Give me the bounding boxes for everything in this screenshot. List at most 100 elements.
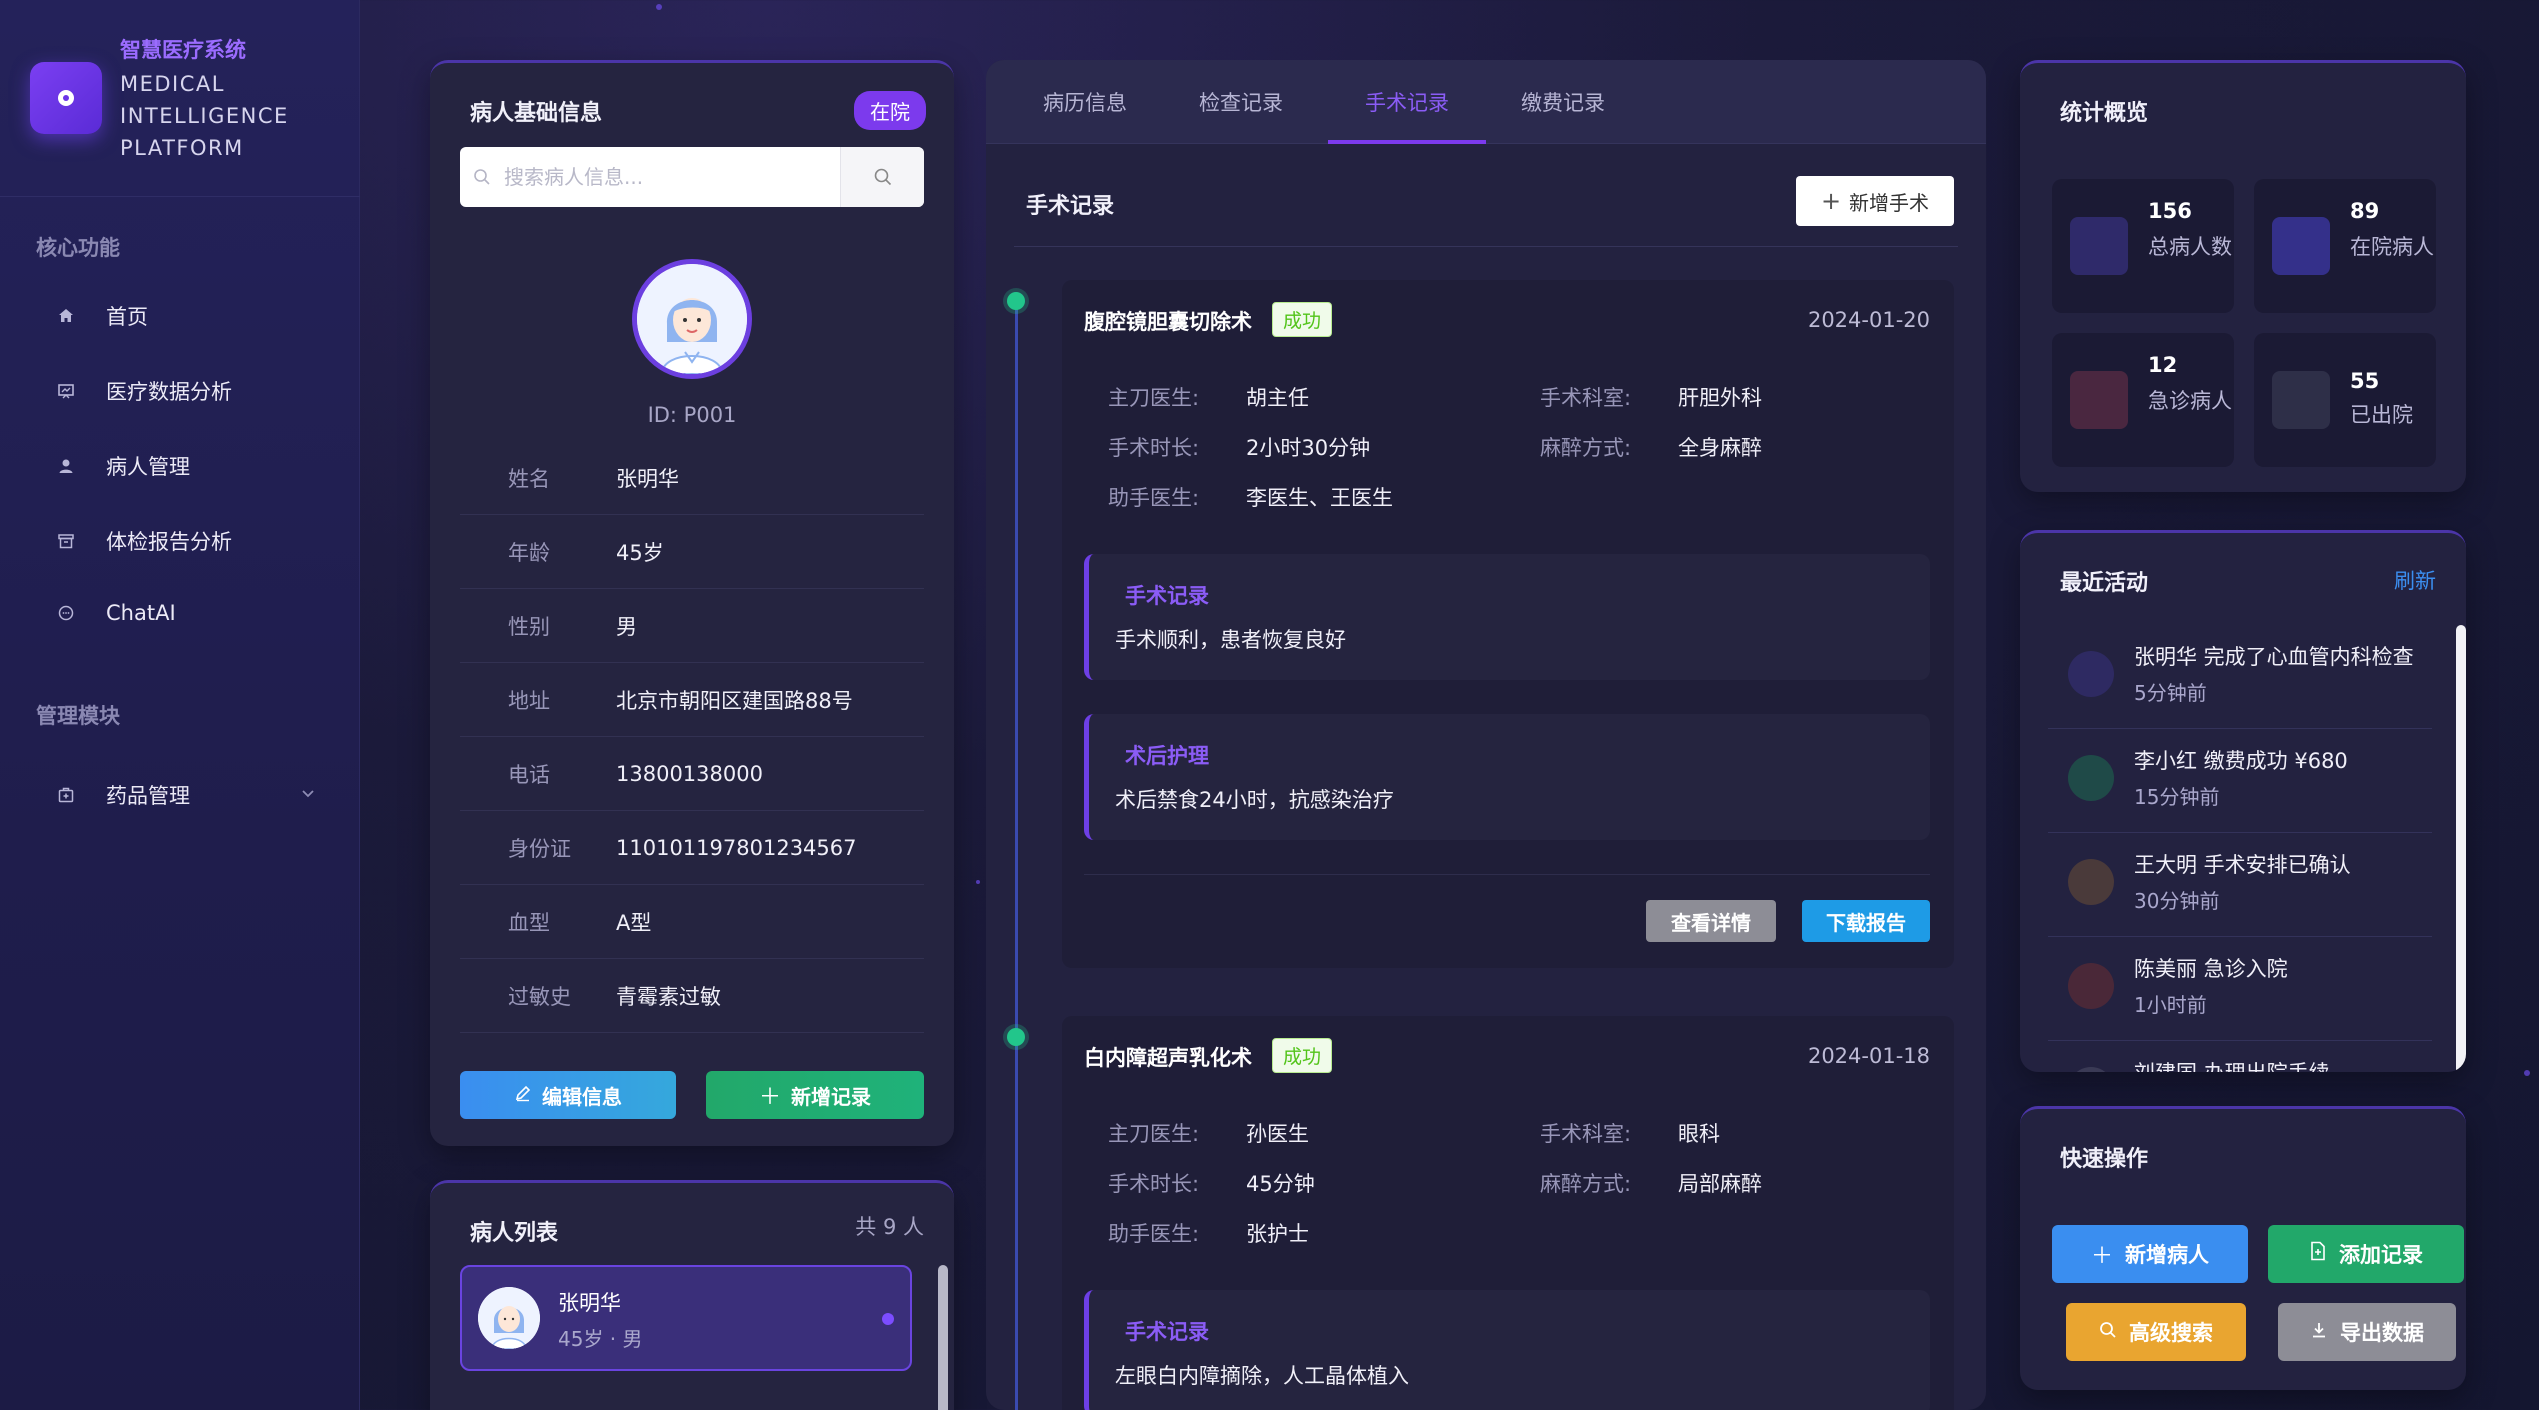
timeline-dot <box>1007 1028 1025 1046</box>
surgery-date: 2024-01-18 <box>1807 1044 1930 1068</box>
list-item[interactable]: 刘建国 办理出院手续 <box>2048 1041 2432 1072</box>
surgery-record-card: 白内障超声乳化术 成功 2024-01-18 主刀医生: 孙医生 手术科室: 眼科 … <box>1062 1016 1954 1410</box>
patient-meta: 45岁 · 男 <box>558 1327 643 1351</box>
medicine-icon <box>56 785 76 805</box>
user-icon <box>56 456 76 476</box>
stat-icon <box>2070 371 2128 429</box>
avatar <box>2068 755 2114 801</box>
surgery-record-card: 腹腔镜胆囊切除术 成功 2024-01-20 主刀医生: 胡主任 手术科室: 肝胆外… <box>1062 280 1954 968</box>
refresh-link[interactable]: 刷新 <box>2394 565 2436 595</box>
patient-name: 张明华 <box>558 1291 621 1315</box>
patient-list-title: 病人列表 <box>470 1221 559 1246</box>
stat-emergency: 12 急诊病人 <box>2052 333 2234 467</box>
tab-medical-history[interactable]: 病历信息 <box>1026 60 1144 144</box>
scrollbar[interactable] <box>2456 625 2466 1072</box>
quick-actions-title: 快速操作 <box>2060 1147 2149 1172</box>
plus-icon: + <box>1820 187 1842 215</box>
surgery-name: 白内障超声乳化术 <box>1084 1046 1252 1070</box>
dept-field: 手术科室: 眼科 <box>1540 1122 1720 1146</box>
avatar <box>2068 859 2114 905</box>
patient-count: 共 9 人 <box>855 1215 924 1239</box>
dept-field: 手术科室: 肝胆外科 <box>1540 386 1762 410</box>
search-icon <box>874 168 891 186</box>
advanced-search-button[interactable]: 高级搜索 <box>2066 1303 2246 1361</box>
tab-exams[interactable]: 检查记录 <box>1182 60 1300 144</box>
info-row-age: 年龄 45岁 <box>460 515 924 589</box>
info-row-allergy: 过敏史 青霉素过敏 <box>460 959 924 1033</box>
chevron-down-icon[interactable] <box>300 785 316 806</box>
download-icon <box>2310 1320 2328 1345</box>
app-root: 智慧医疗系统 MEDICAL INTELLIGENCE PLATFORM 核心功… <box>0 0 2539 1410</box>
add-patient-button[interactable]: ＋ 新增病人 <box>2052 1225 2248 1283</box>
stats-title: 统计概览 <box>2060 101 2149 126</box>
tab-payments[interactable]: 缴费记录 <box>1504 60 1622 144</box>
surgery-note: 手术记录 左眼白内障摘除，人工晶体植入 <box>1084 1290 1930 1410</box>
list-item[interactable]: 张明华 完成了心血管内科检查 5分钟前 <box>2048 625 2432 729</box>
sidebar-item-home[interactable]: 首页 <box>56 294 316 338</box>
sidebar-item-chatai[interactable]: ChatAI <box>56 591 316 635</box>
avatar <box>478 1287 540 1349</box>
surgeon-field: 主刀医生: 孙医生 <box>1108 1122 1309 1146</box>
stats-card: 统计概览 156 总病人数 89 在院病人 12 急诊病人 55 已出院 <box>2020 60 2466 492</box>
stat-icon <box>2272 217 2330 275</box>
duration-field: 手术时长: 2小时30分钟 <box>1108 436 1371 460</box>
search-button[interactable] <box>840 147 924 207</box>
brand: 智慧医疗系统 MEDICAL INTELLIGENCE PLATFORM <box>30 32 350 172</box>
sidebar: 智慧医疗系统 MEDICAL INTELLIGENCE PLATFORM 核心功… <box>0 0 360 1410</box>
list-item[interactable]: 张明华 45岁 · 男 <box>460 1265 912 1371</box>
brand-title: 智慧医疗系统 <box>120 38 246 62</box>
sidebar-item-patients[interactable]: 病人管理 <box>56 444 316 488</box>
sidebar-item-data-analysis[interactable]: 医疗数据分析 <box>56 369 316 413</box>
report-icon <box>56 531 76 551</box>
chat-icon <box>56 603 76 623</box>
search-icon <box>460 168 504 186</box>
timeline-line <box>1015 300 1018 1410</box>
quick-actions-card: 快速操作 ＋ 新增病人 添加记录 高级搜索 导出数据 <box>2020 1106 2466 1390</box>
search-input[interactable] <box>504 165 840 189</box>
list-item[interactable]: 王大明 手术安排已确认 30分钟前 <box>2048 833 2432 937</box>
add-record-quick-button[interactable]: 添加记录 <box>2268 1225 2464 1283</box>
edit-icon <box>514 1083 532 1108</box>
list-item[interactable]: 陈美丽 急诊入院 1小时前 <box>2048 937 2432 1041</box>
anesthesia-field: 麻醉方式: 局部麻醉 <box>1540 1172 1762 1196</box>
edit-info-button[interactable]: 编辑信息 <box>460 1071 676 1119</box>
view-details-button[interactable]: 查看详情 <box>1646 900 1776 942</box>
scrollbar[interactable] <box>938 1265 948 1410</box>
export-data-button[interactable]: 导出数据 <box>2278 1303 2456 1361</box>
anesthesia-field: 麻醉方式: 全身麻醉 <box>1540 436 1762 460</box>
activity-card: 最近活动 刷新 张明华 完成了心血管内科检查 5分钟前 李小红 缴费成功 ¥68… <box>2020 530 2466 1072</box>
plus-icon: ＋ <box>758 1085 781 1110</box>
info-row-idcard: 身份证 110101197801234567 <box>460 811 924 885</box>
sidebar-item-label: 药品管理 <box>106 784 190 808</box>
patient-id: ID: P001 <box>647 403 737 427</box>
download-report-button[interactable]: 下载报告 <box>1802 900 1930 942</box>
patient-avatar <box>632 259 752 379</box>
surgery-date: 2024-01-20 <box>1807 308 1930 332</box>
stat-total-patients: 156 总病人数 <box>2052 179 2234 313</box>
sidebar-item-reports[interactable]: 体检报告分析 <box>56 519 316 563</box>
logo-icon <box>30 62 102 134</box>
status-badge: 在院 <box>854 91 926 130</box>
info-row-name: 姓名 张明华 <box>460 441 924 515</box>
sidebar-item-medicine[interactable]: 药品管理 <box>56 773 316 817</box>
list-item[interactable]: 李小红 缴费成功 ¥680 15分钟前 <box>2048 729 2432 833</box>
postop-note: 术后护理 术后禁食24小时，抗感染治疗 <box>1084 714 1930 840</box>
surgery-name: 腹腔镜胆囊切除术 <box>1084 310 1252 334</box>
add-surgery-button[interactable]: + 新增手术 <box>1796 176 1954 226</box>
active-indicator <box>882 1313 894 1325</box>
sidebar-divider <box>0 196 360 197</box>
sidebar-item-label: 病人管理 <box>106 455 190 479</box>
sidebar-item-label: 首页 <box>106 305 148 329</box>
surgeon-field: 主刀医生: 胡主任 <box>1108 386 1309 410</box>
decor-dot <box>976 880 980 884</box>
patient-list-card: 病人列表 共 9 人 张明华 45岁 · 男 <box>430 1180 954 1410</box>
search-icon <box>2099 1320 2117 1345</box>
add-record-button[interactable]: ＋ 新增记录 <box>706 1071 924 1119</box>
section-manage-title: 管理模块 <box>36 704 120 728</box>
info-row-address: 地址 北京市朝阳区建国路88号 <box>460 663 924 737</box>
patient-search <box>460 147 924 207</box>
divider <box>1014 246 1958 247</box>
info-row-gender: 性别 男 <box>460 589 924 663</box>
activity-title: 最近活动 <box>2060 571 2149 596</box>
tab-surgery[interactable]: 手术记录 <box>1328 60 1486 144</box>
